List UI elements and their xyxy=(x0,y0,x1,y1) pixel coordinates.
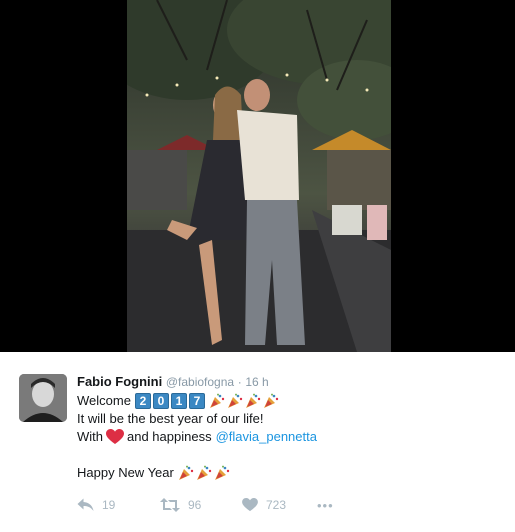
retweet-icon xyxy=(160,498,180,512)
tweet: Fabio Fognini @fabiofogna · 16 h Welcome… xyxy=(0,352,515,532)
more-button[interactable]: ••• xyxy=(317,498,334,513)
line-break xyxy=(77,446,317,464)
tweet-line-2: It will be the best year of our life! xyxy=(77,411,264,426)
mention-link[interactable]: @flavia_pennetta xyxy=(216,428,317,446)
reply-count: 19 xyxy=(102,498,116,512)
keycap-digit: 2 xyxy=(134,393,151,409)
reply-button[interactable]: 19 xyxy=(77,498,160,512)
keycap-digit: 1 xyxy=(170,393,187,409)
avatar[interactable] xyxy=(19,374,67,422)
happiness-text: and happiness xyxy=(127,429,212,444)
tweet-line-3: With and happiness @flavia_pennetta xyxy=(77,428,317,446)
heart-outline-icon xyxy=(242,498,258,512)
author-name[interactable]: Fabio Fognini xyxy=(77,374,162,389)
header-separator: · xyxy=(237,375,242,389)
party-popper-icon xyxy=(178,465,194,480)
party-popper-icon xyxy=(214,465,230,480)
retweet-button[interactable]: 96 xyxy=(160,498,242,512)
tweet-line-1: Welcome 2 0 1 7 xyxy=(77,392,317,410)
tweet-text: Welcome 2 0 1 7 It will be the best year… xyxy=(77,392,317,482)
timestamp[interactable]: 16 h xyxy=(245,375,268,389)
author-handle[interactable]: @fabiofogna xyxy=(166,375,234,389)
red-heart-icon xyxy=(106,429,124,444)
tweet-actions: 19 96 723 ••• xyxy=(77,496,334,514)
happy-new-year-text: Happy New Year xyxy=(77,465,174,480)
tweet-line-4: Happy New Year xyxy=(77,464,317,482)
photo-scene xyxy=(127,0,391,352)
like-button[interactable]: 723 xyxy=(242,498,317,512)
like-count: 723 xyxy=(266,498,287,512)
retweet-count: 96 xyxy=(188,498,202,512)
with-text: With xyxy=(77,429,103,444)
keycap-digit: 7 xyxy=(188,393,205,409)
tweet-media[interactable] xyxy=(0,0,515,352)
party-popper-icon xyxy=(209,393,225,408)
more-dots-icon: ••• xyxy=(317,497,334,513)
tweet-photo[interactable] xyxy=(127,0,391,352)
party-popper-icon xyxy=(196,465,212,480)
party-popper-icon xyxy=(227,393,243,408)
keycap-digit: 0 xyxy=(152,393,169,409)
reply-icon xyxy=(77,498,94,511)
party-popper-icon xyxy=(245,393,261,408)
welcome-text: Welcome xyxy=(77,393,131,408)
party-popper-icon xyxy=(263,393,279,408)
tweet-header: Fabio Fognini @fabiofogna · 16 h xyxy=(77,374,269,390)
